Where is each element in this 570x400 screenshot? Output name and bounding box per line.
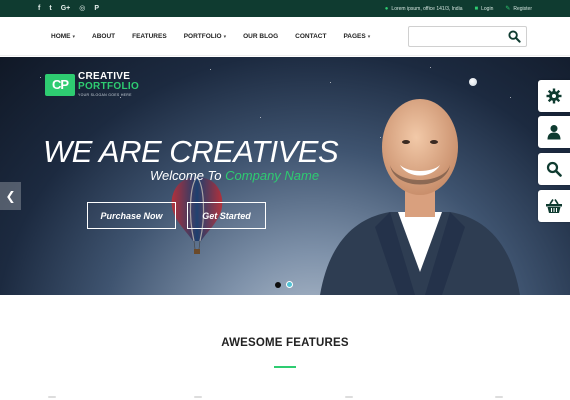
slider-pagination: [275, 281, 293, 288]
basket-icon: [546, 199, 562, 213]
search-input[interactable]: [409, 27, 504, 46]
pinterest-icon[interactable]: P: [94, 0, 99, 17]
hero-headline: WE ARE CREATIVES: [43, 134, 339, 169]
nav-item-our-blog[interactable]: OUR BLOG: [243, 33, 278, 40]
user-icon: [547, 125, 561, 140]
logo-slogan: YOUR SLOGAN GOES HERE: [78, 93, 132, 97]
settings-tool-button[interactable]: [538, 80, 570, 112]
social-links: f t G+ ◎ P: [38, 0, 99, 17]
star: [430, 67, 431, 68]
moon: [469, 78, 477, 86]
hero-slider: CP CREATIVE PORTFOLIO YOUR SLOGAN GOES H…: [0, 57, 570, 295]
nav-item-label[interactable]: HOME: [51, 33, 71, 40]
register-link[interactable]: ✎ Register: [505, 5, 532, 13]
nav-item-home[interactable]: HOME ▾: [51, 33, 75, 40]
location-pin-icon: ●: [384, 5, 389, 12]
star: [120, 97, 121, 98]
welcome-prefix: Welcome To: [150, 168, 226, 183]
logo-line-2: PORTFOLIO: [78, 81, 140, 92]
pencil-icon: ✎: [505, 6, 511, 12]
chevron-down-icon: ▾: [223, 33, 227, 40]
purchase-now-button[interactable]: Purchase Now: [87, 202, 176, 229]
slider-dot-active[interactable]: [286, 281, 293, 288]
smiling-man-image: [320, 99, 520, 295]
feature-icon-hint: [495, 396, 503, 398]
hero-subtitle: Welcome To Company Name: [150, 168, 319, 183]
nav-item-label[interactable]: FEATURES: [132, 33, 167, 40]
logo-text: CREATIVE PORTFOLIO YOUR SLOGAN GOES HERE: [78, 72, 140, 98]
nav-item-portfolio[interactable]: PORTFOLIO ▾: [184, 33, 226, 40]
search-icon[interactable]: [508, 30, 521, 43]
brand-logo[interactable]: CP CREATIVE PORTFOLIO YOUR SLOGAN GOES H…: [45, 72, 139, 97]
cart-tool-button[interactable]: [538, 190, 570, 222]
star: [40, 77, 41, 78]
feature-icon-hint: [48, 396, 56, 398]
nav-item-about[interactable]: ABOUT: [92, 33, 115, 40]
star: [330, 82, 331, 83]
nav-item-contact[interactable]: CONTACT: [295, 33, 326, 40]
section-title-underline: [274, 366, 296, 368]
address-text: Lorem ipsum, office 141/3, India: [391, 5, 463, 12]
google-plus-icon[interactable]: G+: [61, 0, 71, 17]
account-tool-button[interactable]: [538, 116, 570, 148]
feature-icon-hint: [345, 396, 353, 398]
nav-item-pages[interactable]: PAGES ▾: [343, 33, 370, 40]
twitter-icon[interactable]: t: [49, 0, 51, 17]
facebook-icon[interactable]: f: [38, 0, 40, 17]
get-started-button[interactable]: Get Started: [187, 202, 266, 229]
nav-item-label[interactable]: OUR BLOG: [243, 33, 278, 40]
lock-icon: ■: [474, 5, 479, 12]
login-link[interactable]: ■ Login: [474, 6, 493, 12]
main-navigation: HOME ▾ ABOUT FEATURES PORTFOLIO ▾ OUR BLOG…: [0, 17, 570, 56]
top-bar: f t G+ ◎ P ● Lorem ipsum, office 141/3, …: [0, 0, 570, 17]
register-label[interactable]: Register: [513, 6, 532, 12]
nav-item-label[interactable]: CONTACT: [295, 33, 326, 40]
gear-icon: [546, 88, 562, 104]
company-name: Company Name: [225, 168, 320, 183]
top-info: ● Lorem ipsum, office 141/3, India ■ Log…: [385, 0, 532, 17]
login-label[interactable]: Login: [481, 6, 493, 12]
address-info: ● Lorem ipsum, office 141/3, India: [385, 6, 463, 12]
feature-icon-hint: [194, 396, 202, 398]
logo-mark: CP: [45, 73, 75, 96]
nav-item-label[interactable]: PAGES: [343, 33, 365, 40]
nav-item-label[interactable]: ABOUT: [92, 33, 115, 40]
search-box: [408, 26, 527, 47]
nav-item-label[interactable]: PORTFOLIO: [184, 33, 222, 40]
chevron-down-icon: ▾: [72, 33, 76, 40]
slider-prev-button[interactable]: ❮: [0, 182, 21, 210]
slider-dot[interactable]: [275, 281, 281, 288]
star: [210, 69, 211, 70]
nav-item-features[interactable]: FEATURES: [132, 33, 167, 40]
search-icon: [546, 161, 562, 177]
nav-menu: HOME ▾ ABOUT FEATURES PORTFOLIO ▾ OUR BLOG…: [51, 17, 387, 56]
chevron-down-icon: ▾: [367, 33, 371, 40]
instagram-icon[interactable]: ◎: [79, 0, 85, 17]
star: [260, 117, 261, 118]
search-tool-button[interactable]: [538, 153, 570, 185]
section-title: AWESOME FEATURES: [221, 337, 349, 349]
